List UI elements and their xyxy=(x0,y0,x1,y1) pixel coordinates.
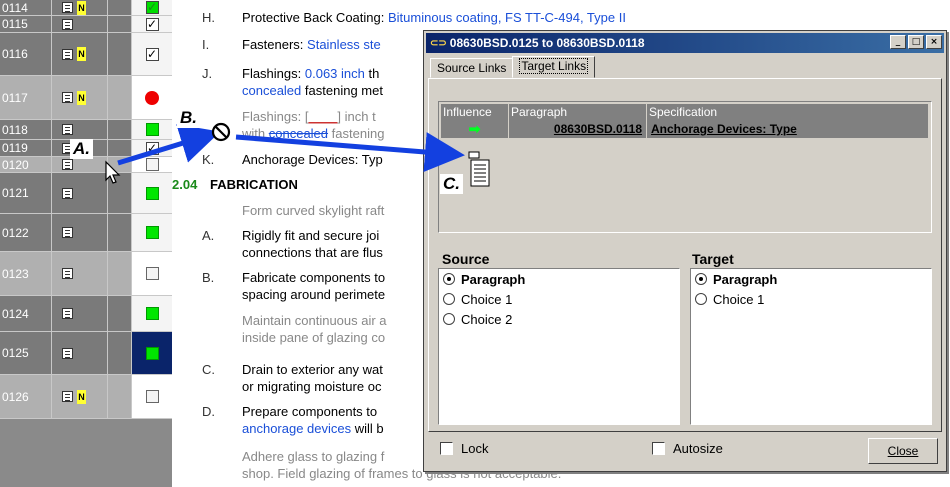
tab-label: Target Links xyxy=(519,58,589,74)
callout-b: B. xyxy=(177,108,200,128)
drag-arrow-b-to-c xyxy=(235,132,465,172)
tab-target-links[interactable]: Target Links xyxy=(512,56,596,78)
drag-arrow-a-to-b xyxy=(117,124,221,166)
mouse-pointer-icon xyxy=(105,160,121,184)
annotation-arrows xyxy=(117,124,465,172)
no-drop-cursor-icon xyxy=(211,122,231,142)
callout-a: A. xyxy=(70,139,93,159)
callout-c: C. xyxy=(440,174,463,194)
link-drop-cursor-icon xyxy=(468,151,490,187)
